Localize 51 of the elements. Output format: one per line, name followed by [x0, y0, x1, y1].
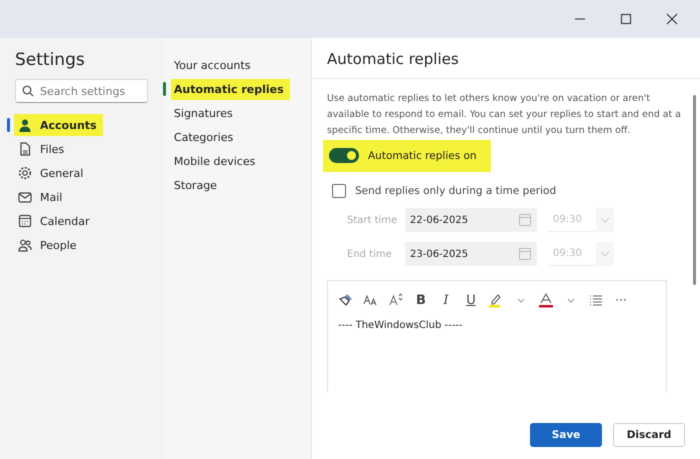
- chevron-down-icon: [600, 215, 610, 225]
- checkbox-label[interactable]: Send replies only during a time period: [355, 185, 556, 197]
- subnav-item[interactable]: Mobile devices: [170, 150, 262, 172]
- nav-item[interactable]: General: [14, 162, 90, 184]
- search-field[interactable]: Search settings: [15, 79, 148, 103]
- selection-indicator: [162, 82, 166, 96]
- nav-item[interactable]: People: [14, 234, 83, 256]
- close-icon[interactable]: [666, 13, 678, 25]
- message-text: ---- TheWindowsClub -----: [338, 320, 463, 331]
- search-icon: [22, 85, 34, 97]
- envelope-icon: [18, 190, 32, 204]
- save-button[interactable]: Save: [530, 423, 602, 447]
- gear-icon: [18, 166, 32, 180]
- bold-button[interactable]: B: [413, 291, 429, 309]
- italic-button[interactable]: I: [438, 291, 454, 309]
- font-size-icon[interactable]: [363, 292, 379, 308]
- field-label: Start time: [346, 214, 398, 226]
- subnav-item[interactable]: Categories: [170, 126, 240, 148]
- subnav-item[interactable]: Automatic replies: [170, 78, 290, 100]
- maximize-icon[interactable]: [620, 13, 632, 25]
- nav-item[interactable]: Mail: [14, 186, 68, 208]
- document-icon: [18, 142, 32, 156]
- font-color-icon[interactable]: [538, 292, 554, 308]
- calendar-icon: [18, 214, 32, 228]
- toggle-label: Automatic replies on: [368, 150, 477, 162]
- date-field[interactable]: 22-06-2025: [405, 208, 537, 232]
- description-text: Use automatic replies to let others know you're on vacation or aren't available to respond to email. You can set your replies to start and end at a specific time. Otherwise, they'll continue until you turn them off.: [327, 92, 682, 138]
- panel-title: Automatic replies: [312, 38, 700, 79]
- people-icon: [18, 238, 32, 252]
- calendar-icon: [518, 213, 532, 227]
- checkbox[interactable]: [332, 184, 346, 198]
- grow-font-icon[interactable]: [388, 292, 404, 308]
- subnav-item[interactable]: Storage: [170, 174, 223, 196]
- person-icon: [18, 118, 32, 132]
- calendar-icon: [518, 247, 532, 261]
- more-button[interactable]: ···: [613, 291, 629, 309]
- selection-indicator: [7, 118, 10, 132]
- settings-title: Settings: [14, 50, 86, 70]
- message-editor[interactable]: B I U ··· ---- TheWindowsClub -----: [327, 280, 667, 392]
- nav-item[interactable]: Accounts: [14, 114, 103, 136]
- field-label: End time: [346, 248, 393, 260]
- discard-button[interactable]: Discard: [613, 423, 685, 447]
- subnav-item[interactable]: Your accounts: [170, 54, 256, 76]
- underline-button[interactable]: U: [463, 291, 479, 309]
- toggle-switch[interactable]: [329, 148, 359, 163]
- brush-icon[interactable]: [338, 292, 354, 308]
- subnav-item[interactable]: Signatures: [170, 102, 239, 124]
- nav-item[interactable]: Files: [14, 138, 70, 160]
- date-field[interactable]: 23-06-2025: [405, 242, 537, 266]
- chevron-down-icon: [600, 249, 610, 259]
- nav-item[interactable]: Calendar: [14, 210, 96, 232]
